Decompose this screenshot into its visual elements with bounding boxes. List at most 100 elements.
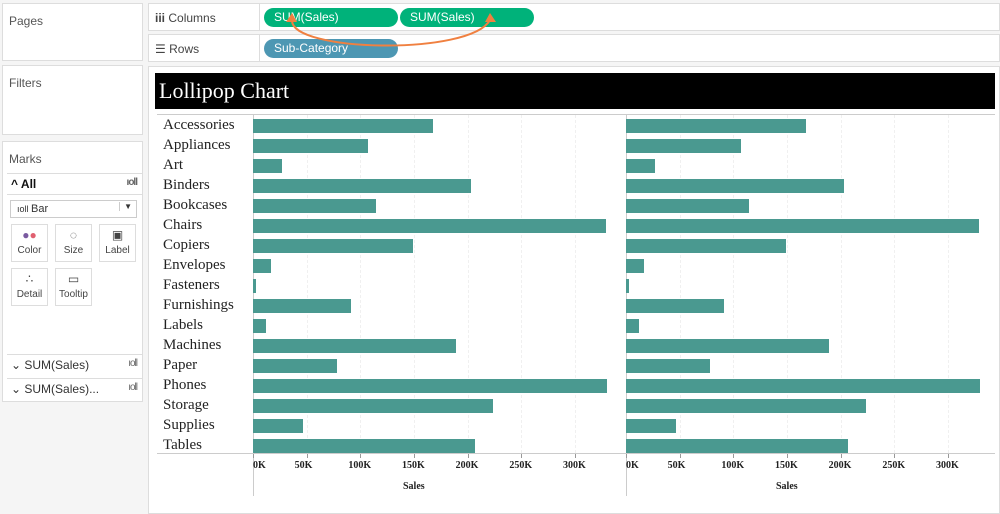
category-label: Envelopes	[163, 257, 226, 273]
color-label: Color	[17, 245, 42, 256]
bar-binders	[626, 179, 845, 193]
gridline	[894, 115, 896, 453]
mark-type-value: Bar	[31, 203, 49, 215]
bar-copiers	[626, 239, 787, 253]
gridline	[575, 115, 576, 453]
chevron-down-icon: ▼	[119, 202, 132, 211]
bar-chairs	[626, 219, 979, 233]
tick-mark	[253, 454, 254, 458]
detail-button[interactable]: ∴ Detail	[11, 268, 48, 306]
tick-mark	[467, 454, 469, 458]
marks-card-label: SUM(Sales)...	[24, 382, 100, 396]
size-icon: ◌	[69, 228, 78, 242]
bar-appliances	[626, 139, 742, 153]
category-label: Copiers	[163, 237, 210, 253]
filters-title: Filters	[9, 76, 42, 90]
category-label: Machines	[163, 337, 222, 353]
tick-mark	[840, 454, 842, 458]
marks-card-sum-sales[interactable]: ⌄ SUM(Sales) ıoll	[7, 354, 143, 376]
bar-phones	[253, 379, 608, 393]
size-button[interactable]: ◌ Size	[55, 224, 92, 262]
x-tick-label: 150K	[775, 460, 798, 471]
bar-accessories	[626, 119, 806, 133]
marks-title: Marks	[9, 152, 42, 166]
color-icon: ●●	[22, 228, 37, 242]
tick-mark	[679, 454, 681, 458]
bar-fasteners	[626, 279, 630, 293]
bar-furnishings	[626, 299, 725, 313]
tick-mark	[733, 454, 735, 458]
bar-envelopes	[626, 259, 644, 273]
marks-card: Marks ^ All ıoll ıoll Bar ▼ ●● Color ◌ Size …	[2, 141, 143, 402]
bar-storage	[626, 399, 867, 413]
detail-label: Detail	[16, 289, 43, 300]
category-label: Paper	[163, 357, 198, 373]
bar-phones	[626, 379, 981, 393]
bar-copiers	[253, 239, 414, 253]
swap-arrow	[286, 13, 496, 47]
bar-chart-icon: ıoll	[128, 382, 138, 393]
bar-paper	[626, 359, 711, 373]
x-tick-label: 300K	[936, 460, 959, 471]
tick-mark	[306, 454, 308, 458]
x-tick-label: 50K	[667, 460, 686, 471]
bar-tables	[626, 439, 849, 453]
bar-envelopes	[253, 259, 271, 273]
x-tick-label: 100K	[721, 460, 745, 471]
bar-labels	[626, 319, 640, 333]
category-label: Fasteners	[163, 277, 220, 293]
bar-chart-icon: ıoll	[128, 358, 138, 369]
category-label: Accessories	[163, 117, 235, 133]
bar-bookcases	[626, 199, 750, 213]
label-button[interactable]: ▣ Label	[99, 224, 136, 262]
bar-chart-icon: ıoll	[126, 177, 138, 188]
bar-machines	[626, 339, 830, 353]
tick-mark	[948, 454, 949, 458]
bar-bookcases	[253, 199, 377, 213]
bar-tables	[253, 439, 476, 453]
bar-fasteners	[253, 279, 257, 293]
category-label: Supplies	[163, 417, 215, 433]
label-label: Label	[105, 245, 130, 256]
tick-mark	[626, 454, 627, 458]
category-label: Binders	[163, 177, 210, 193]
gridline	[948, 115, 949, 453]
detail-icon: ∴	[25, 272, 34, 286]
mark-type-select[interactable]: ıoll Bar ▼	[10, 200, 137, 218]
filters-card: Filters	[2, 65, 143, 135]
category-label: Furnishings	[163, 297, 234, 313]
x-tick-label: 100K	[348, 460, 372, 471]
category-label: Chairs	[163, 217, 203, 233]
x-tick-label: 200K	[455, 460, 479, 471]
x-tick-label: 0K	[253, 460, 266, 471]
category-label: Bookcases	[163, 197, 228, 213]
marks-all-label: All	[20, 177, 37, 191]
bar-paper	[253, 359, 338, 373]
tick-mark	[360, 454, 362, 458]
x-tick-label: 300K	[563, 460, 586, 471]
tooltip-button[interactable]: ▭ Tooltip	[55, 268, 92, 306]
category-label: Tables	[163, 437, 202, 453]
tooltip-icon: ▭	[67, 272, 80, 286]
marks-card-sum-sales-2[interactable]: ⌄ SUM(Sales)... ıoll	[7, 378, 143, 400]
bar-labels	[253, 319, 267, 333]
x-tick-label: 250K	[509, 460, 533, 471]
viz-area: Lollipop Chart 0K 50K 100K 150K 200K 250K 300K…	[148, 66, 1000, 514]
x-tick-label: 200K	[828, 460, 852, 471]
chart-title: Lollipop Chart	[155, 73, 995, 109]
category-label: Storage	[163, 397, 209, 413]
color-button[interactable]: ●● Color	[11, 224, 48, 262]
tick-mark	[575, 454, 576, 458]
bar-art	[626, 159, 656, 173]
size-label: Size	[63, 245, 84, 256]
bar-accessories	[253, 119, 433, 133]
bar-supplies	[253, 419, 304, 433]
x-tick-label: 0K	[626, 460, 639, 471]
category-label: Labels	[163, 317, 203, 333]
label-icon: ▣	[111, 228, 124, 242]
category-label: Appliances	[163, 137, 231, 153]
tick-mark	[521, 454, 523, 458]
marks-all[interactable]: ^ All ıoll	[7, 173, 143, 195]
bar-art	[253, 159, 283, 173]
category-label: Phones	[163, 377, 207, 393]
